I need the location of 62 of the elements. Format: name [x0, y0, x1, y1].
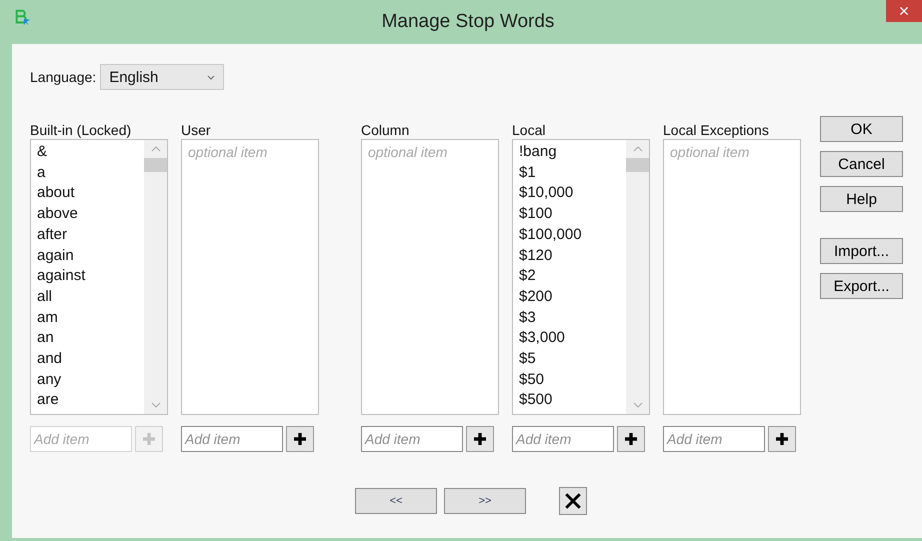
list-item[interactable]: am	[37, 308, 58, 328]
dialog-button[interactable]: Cancel	[820, 151, 903, 177]
list-item[interactable]: a	[37, 162, 46, 184]
remove-button[interactable]	[559, 487, 587, 515]
list-item[interactable]: against	[37, 266, 86, 287]
list-item[interactable]: !bang	[519, 142, 557, 163]
list-item[interactable]: $2	[519, 266, 536, 287]
scroll-down-icon[interactable]	[150, 402, 160, 408]
add-button[interactable]	[617, 426, 645, 452]
plus-icon	[293, 432, 307, 446]
list-item[interactable]: all	[37, 286, 52, 308]
list-heading: Column	[361, 122, 410, 139]
list-item[interactable]: an	[37, 328, 54, 350]
scroll-up-icon[interactable]	[632, 146, 642, 152]
list-item[interactable]: $5	[519, 349, 536, 370]
file-button[interactable]: Export...	[820, 273, 903, 299]
list-item[interactable]: $500	[519, 390, 552, 412]
language-dropdown[interactable]: English	[100, 64, 224, 90]
list-item[interactable]: $3	[519, 308, 536, 328]
list-item[interactable]: are	[37, 390, 59, 412]
list-item[interactable]: above	[37, 204, 78, 225]
list-item[interactable]: $1	[519, 162, 536, 184]
file-button[interactable]: Import...	[820, 238, 903, 264]
list-heading: Built-in (Locked)	[30, 122, 132, 139]
plus-icon	[624, 432, 638, 446]
scroll-up-icon[interactable]	[150, 146, 160, 152]
list-item[interactable]: $3,000	[519, 328, 565, 350]
add-button[interactable]	[286, 426, 314, 452]
dialog-button[interactable]: Help	[820, 186, 903, 212]
list-item[interactable]: $100,000	[519, 224, 582, 246]
close-icon	[564, 492, 582, 510]
plus-icon	[142, 432, 156, 446]
add-button[interactable]	[768, 426, 796, 452]
chevron-icon	[207, 74, 216, 80]
plus-icon	[473, 432, 487, 446]
scrollbar[interactable]	[626, 140, 649, 414]
list-heading: Local Exceptions	[663, 122, 769, 139]
next-button[interactable]: >>	[444, 488, 526, 514]
scroll-thumb[interactable]	[626, 158, 649, 172]
window-title: Manage Stop Words	[382, 11, 554, 33]
list-heading: Local	[512, 122, 546, 139]
plus-icon	[775, 432, 789, 446]
scroll-down-icon[interactable]	[632, 402, 642, 408]
list-item[interactable]: &	[37, 142, 48, 163]
list-item[interactable]: $100	[519, 204, 552, 225]
list-item[interactable]: any	[37, 370, 62, 390]
language-label: Language:	[30, 69, 96, 85]
list-heading: User	[181, 122, 211, 139]
list-item[interactable]: and	[37, 349, 62, 370]
list-item[interactable]: $50	[519, 370, 544, 390]
close-button[interactable]: ×	[886, 0, 922, 22]
list-item[interactable]: $200	[519, 286, 552, 308]
list-item[interactable]: $120	[519, 246, 552, 266]
scrollbar[interactable]	[144, 140, 167, 414]
dialog-button[interactable]: OK	[820, 116, 903, 142]
list-item[interactable]: $10,000	[519, 183, 574, 204]
list-item[interactable]: after	[37, 224, 68, 246]
previous-button[interactable]: <<	[355, 488, 437, 514]
add-button[interactable]	[466, 426, 494, 452]
list-item[interactable]: again	[37, 246, 74, 266]
scroll-thumb[interactable]	[144, 158, 167, 172]
list-item[interactable]: about	[37, 183, 75, 204]
